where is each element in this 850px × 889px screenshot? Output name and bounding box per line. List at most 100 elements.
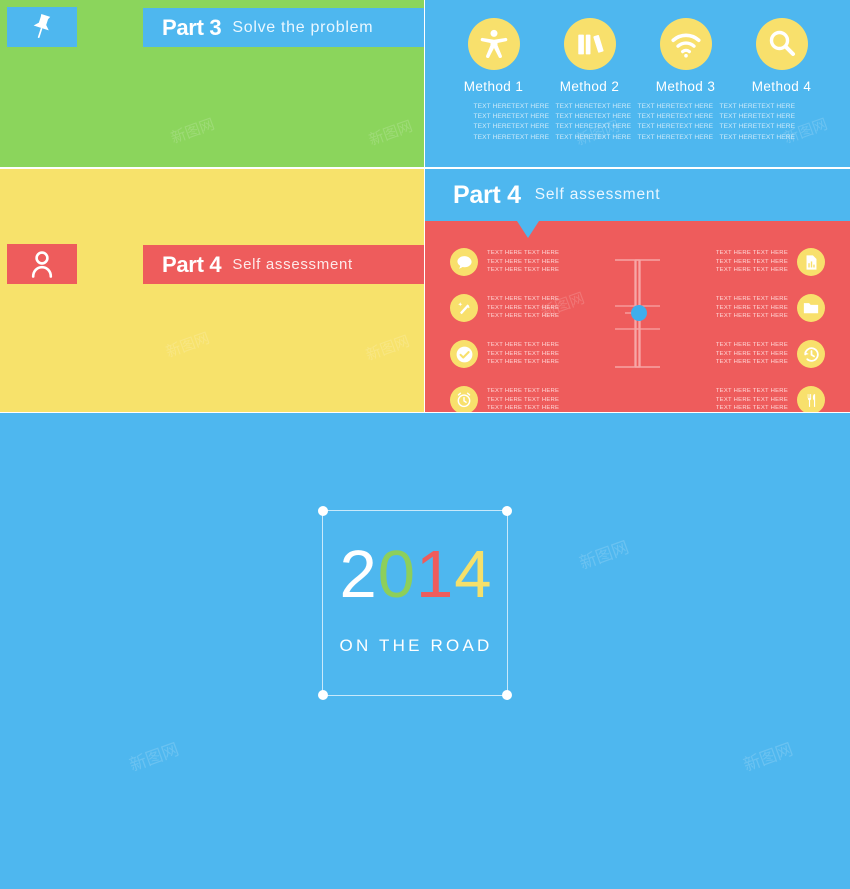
node-text-line: TEXT HERE TEXT HERE (715, 296, 788, 303)
node-text-line: TEXT HERE TEXT HERE (487, 359, 560, 366)
slide-deck-overview: Part 3 Solve the problem 新图网 新图网 Method … (0, 0, 850, 889)
node-text-line: TEXT HERE TEXT HERE (715, 304, 788, 311)
diagram-node-text: TEXT HERE TEXT HERE TEXT HERE TEXT HERE … (487, 387, 559, 412)
node-text-line: TEXT HERE TEXT HERE (487, 267, 560, 274)
diagram-node-text: TEXT HERE TEXT HERE TEXT HERE TEXT HERE … (487, 295, 559, 321)
folder-icon (797, 294, 825, 322)
method-text-block-1: TEXT HERETEXT HERE TEXT HERETEXT HERE TE… (474, 102, 556, 143)
diagram-node-text: TEXT HERE TEXT HERE TEXT HERE TEXT HERE … (487, 249, 559, 275)
method-text-line: TEXT HERETEXT HERE (555, 123, 632, 131)
node-text-line: TEXT HERE TEXT HERE (715, 350, 788, 357)
method-item-2[interactable]: Method 2 (555, 18, 625, 94)
diagram-part-number: Part 4 (453, 180, 521, 209)
report-document-icon (797, 248, 825, 276)
method-text-line: TEXT HERETEXT HERE (719, 113, 796, 121)
node-text-line: TEXT HERE TEXT HERE (487, 296, 560, 303)
method-item-4[interactable]: Method 4 (747, 18, 817, 94)
method-text-block-2: TEXT HERETEXT HERE TEXT HERETEXT HERE TE… (556, 102, 638, 143)
diagram-left-nodes: TEXT HERE TEXT HERE TEXT HERE TEXT HERE … (450, 245, 620, 412)
year-digit-1: 2 (339, 537, 378, 612)
node-text-line: TEXT HERE TEXT HERE (487, 350, 560, 357)
part3-title-bar[interactable]: Part 3 Solve the problem (143, 8, 424, 47)
method-text-line: TEXT HERETEXT HERE (473, 103, 550, 110)
diagram-node-right-2[interactable]: TEXT HERE TEXT HERE TEXT HERE TEXT HERE … (655, 291, 825, 325)
magnifier-icon (755, 18, 808, 70)
frame-corner-dot-br (502, 690, 512, 700)
check-circle-icon (450, 340, 478, 368)
diagram-node-right-3[interactable]: TEXT HERE TEXT HERE TEXT HERE TEXT HERE … (655, 337, 825, 371)
diagram-node-left-2[interactable]: TEXT HERE TEXT HERE TEXT HERE TEXT HERE … (450, 291, 620, 325)
method-text-line: TEXT HERETEXT HERE (473, 113, 550, 121)
diagram-title-bar[interactable]: Part 4 Self assessment (425, 169, 850, 221)
diagram-node-right-4[interactable]: TEXT HERE TEXT HERE TEXT HERE TEXT HERE … (655, 383, 825, 412)
node-text-line: TEXT HERE TEXT HERE (715, 258, 788, 265)
method-text-line: TEXT HERETEXT HERE (555, 133, 632, 141)
node-text-line: TEXT HERE TEXT HERE (487, 313, 560, 320)
method-text-block-3: TEXT HERETEXT HERE TEXT HERETEXT HERE TE… (638, 102, 720, 143)
node-text-line: TEXT HERE TEXT HERE (487, 258, 560, 265)
node-text-line: TEXT HERE TEXT HERE (487, 342, 560, 349)
diagram-body: TEXT HERE TEXT HERE TEXT HERE TEXT HERE … (425, 221, 850, 412)
history-clock-icon (797, 340, 825, 368)
slide-methods-blue[interactable]: Method 1 Method 2 Method 3 Method 4 TEXT… (425, 0, 850, 167)
diagram-node-right-1[interactable]: TEXT HERE TEXT HERE TEXT HERE TEXT HERE … (655, 245, 825, 279)
diagram-node-left-4[interactable]: TEXT HERE TEXT HERE TEXT HERE TEXT HERE … (450, 383, 620, 412)
node-text-line: TEXT HERE TEXT HERE (487, 396, 560, 403)
method-label-3: Method 3 (655, 79, 716, 94)
person-accessibility-icon (467, 18, 520, 70)
diagram-node-text: TEXT HERE TEXT HERE TEXT HERE TEXT HERE … (716, 295, 788, 321)
pushpin-badge (7, 7, 77, 47)
node-text-line: TEXT HERE TEXT HERE (715, 342, 788, 349)
node-text-line: TEXT HERE TEXT HERE (715, 405, 788, 412)
diagram-center-node (631, 305, 647, 321)
method-label-2: Method 2 (559, 79, 620, 94)
speech-bubble-icon (450, 248, 478, 276)
year-digit-4: 4 (454, 537, 493, 612)
diagram-right-nodes: TEXT HERE TEXT HERE TEXT HERE TEXT HERE … (655, 245, 825, 412)
method-text-line: TEXT HERETEXT HERE (719, 133, 796, 141)
method-label-1: Method 1 (463, 79, 524, 94)
node-text-line: TEXT HERE TEXT HERE (487, 250, 560, 257)
method-item-1[interactable]: Method 1 (459, 18, 529, 94)
method-text-block-4: TEXT HERETEXT HERE TEXT HERETEXT HERE TE… (720, 102, 802, 143)
watermark: 新图网 (163, 329, 212, 362)
method-text-line: TEXT HERETEXT HERE (473, 123, 550, 131)
node-text-line: TEXT HERE TEXT HERE (715, 313, 788, 320)
diagram-node-text: TEXT HERE TEXT HERE TEXT HERE TEXT HERE … (716, 341, 788, 367)
slide-part4-yellow[interactable]: Part 4 Self assessment 新图网 新图网 (0, 169, 424, 412)
node-text-line: TEXT HERE TEXT HERE (715, 359, 788, 366)
slide-part3-green[interactable]: Part 3 Solve the problem 新图网 新图网 (0, 0, 424, 167)
method-text-line: TEXT HERETEXT HERE (637, 133, 714, 141)
diagram-node-text: TEXT HERE TEXT HERE TEXT HERE TEXT HERE … (487, 341, 559, 367)
watermark: 新图网 (126, 739, 182, 776)
node-text-line: TEXT HERE TEXT HERE (715, 396, 788, 403)
methods-text-row: TEXT HERETEXT HERE TEXT HERETEXT HERE TE… (425, 102, 850, 143)
frame-corner-dot-bl (318, 690, 328, 700)
method-label-4: Method 4 (751, 79, 812, 94)
method-text-line: TEXT HERETEXT HERE (555, 103, 632, 110)
person-badge (7, 244, 77, 284)
part3-number: Part 3 (162, 14, 222, 40)
watermark: 新图网 (740, 739, 796, 776)
node-text-line: TEXT HERE TEXT HERE (487, 304, 560, 311)
slide-assessment-diagram[interactable]: Part 4 Self assessment TEXT HERE TEXT HE… (425, 169, 850, 412)
cutlery-icon (797, 386, 825, 412)
node-text-line: TEXT HERE TEXT HERE (487, 405, 560, 412)
frame-corner-dot-tl (318, 506, 328, 516)
cover-frame: 2014 ON THE ROAD (318, 506, 512, 700)
cover-tagline: ON THE ROAD (339, 636, 493, 655)
diagram-node-left-3[interactable]: TEXT HERE TEXT HERE TEXT HERE TEXT HERE … (450, 337, 620, 371)
year-digit-2: 0 (377, 537, 416, 612)
part4-title-bar[interactable]: Part 4 Self assessment (143, 245, 424, 284)
node-text-line: TEXT HERE TEXT HERE (715, 388, 788, 395)
watermark: 新图网 (366, 117, 415, 150)
node-text-line: TEXT HERE TEXT HERE (715, 267, 788, 274)
part4-subtitle: Self assessment (232, 256, 353, 273)
method-item-3[interactable]: Method 3 (651, 18, 721, 94)
part3-subtitle: Solve the problem (232, 18, 374, 36)
magic-wand-icon (450, 294, 478, 322)
diagram-node-left-1[interactable]: TEXT HERE TEXT HERE TEXT HERE TEXT HERE … (450, 245, 620, 279)
wifi-icon (659, 18, 712, 70)
node-text-line: TEXT HERE TEXT HERE (715, 250, 788, 257)
books-icon (563, 18, 616, 70)
